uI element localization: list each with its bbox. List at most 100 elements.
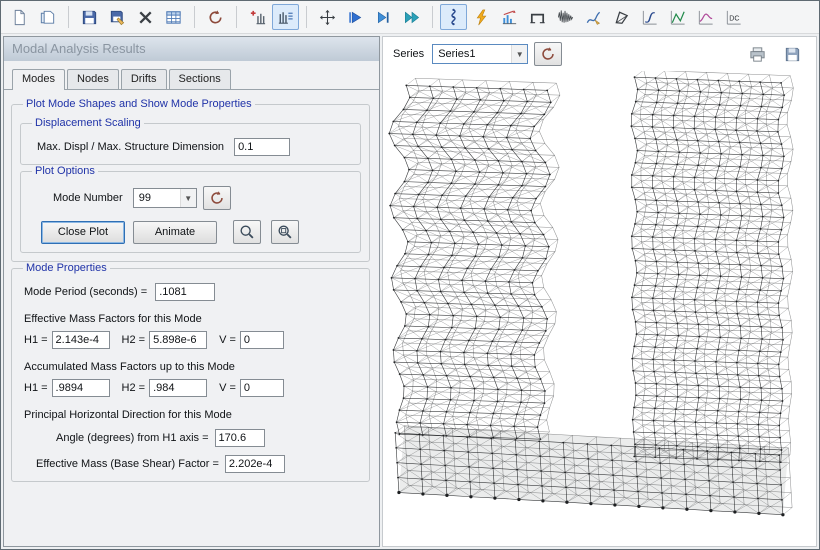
move-node-icon	[318, 8, 337, 27]
run-all-icon	[402, 8, 421, 27]
new-document-icon	[10, 8, 29, 27]
eff-h1-label: H1 =	[24, 334, 48, 346]
general-polygon-button[interactable]	[608, 4, 635, 30]
run-analysis-button[interactable]	[342, 4, 369, 30]
viewer-header: Series Series1 ▼	[383, 37, 816, 71]
reload-mode-button[interactable]	[203, 186, 231, 210]
time-history-button[interactable]	[552, 4, 579, 30]
magnifier-icon	[238, 223, 256, 241]
refresh-button[interactable]	[202, 4, 229, 30]
save-plot-button[interactable]	[779, 41, 806, 67]
save-button[interactable]	[76, 4, 103, 30]
plot-mode-shapes-group: Plot Mode Shapes and Show Mode Propertie…	[11, 98, 370, 262]
table-button[interactable]	[160, 4, 187, 30]
tab-nodes[interactable]: Nodes	[67, 69, 119, 89]
add-structure-button[interactable]	[244, 4, 271, 30]
plot-mode-shapes-group-title: Plot Mode Shapes and Show Mode Propertie…	[23, 98, 255, 110]
plot-viewer: Series Series1 ▼	[382, 36, 817, 547]
app-window: DC Modal Analysis Results Modes Nodes Dr…	[0, 0, 820, 550]
tab-strip: Modes Nodes Drifts Sections	[4, 61, 379, 90]
structures-list-icon	[276, 8, 295, 27]
mode-properties-title: Mode Properties	[23, 262, 110, 274]
zoom-window-button[interactable]	[271, 220, 299, 244]
hysteresis-loop-button[interactable]	[636, 4, 663, 30]
eff-h2-label: H2 =	[122, 334, 146, 346]
chevron-down-icon: ▼	[180, 189, 196, 207]
mode-number-select[interactable]: 99 ▼	[133, 188, 197, 208]
print-plot-button[interactable]	[744, 41, 771, 67]
tab-drifts[interactable]: Drifts	[121, 69, 167, 89]
open-document-button[interactable]	[34, 4, 61, 30]
mode-shape-structure-plot[interactable]	[383, 71, 816, 546]
tab-page-modes: Plot Mode Shapes and Show Mode Propertie…	[4, 90, 379, 546]
magnifier-window-icon	[276, 223, 294, 241]
save-icon	[80, 8, 99, 27]
tab-sections[interactable]: Sections	[169, 69, 231, 89]
max-displ-input[interactable]	[234, 138, 290, 156]
deflected-shape-icon	[584, 8, 603, 27]
pushover-lightning-icon	[472, 8, 491, 27]
acc-h2-label: H2 =	[122, 382, 146, 394]
animate-button[interactable]: Animate	[133, 221, 217, 244]
plot-options-group: Plot Options Mode Number 99 ▼ Close Plot…	[20, 165, 361, 253]
run-step-icon	[374, 8, 393, 27]
angle-label: Angle (degrees) from H1 axis =	[56, 432, 209, 444]
acc-h1-label: H1 =	[24, 382, 48, 394]
move-node-button[interactable]	[314, 4, 341, 30]
series-refresh-button[interactable]	[534, 42, 562, 66]
general-polygon-icon	[612, 8, 631, 27]
refresh-icon	[539, 45, 557, 63]
toolbar-separator	[236, 6, 237, 28]
run-step-button[interactable]	[370, 4, 397, 30]
strength-demand-button[interactable]	[692, 4, 719, 30]
dc-ratio-icon: DC	[724, 8, 743, 27]
eff-v-label: V =	[219, 334, 236, 346]
table-icon	[164, 8, 183, 27]
angle-value	[215, 429, 265, 447]
mode-number-value: 99	[134, 192, 180, 204]
toolbar-separator	[432, 6, 433, 28]
max-displ-label: Max. Displ / Max. Structure Dimension	[37, 141, 224, 153]
mode-properties-group: Mode Properties Mode Period (seconds) = …	[11, 262, 370, 482]
series-select[interactable]: Series1 ▼	[432, 44, 528, 64]
deflected-shape-button[interactable]	[580, 4, 607, 30]
delete-button[interactable]	[132, 4, 159, 30]
toolbar-separator	[68, 6, 69, 28]
save-plot-icon	[783, 45, 802, 64]
force-deformation-icon	[668, 8, 687, 27]
gap-section-button[interactable]	[524, 4, 551, 30]
base-shear-label: Effective Mass (Base Shear) Factor =	[36, 458, 219, 470]
main-toolbar: DC	[1, 1, 819, 34]
mode-number-label: Mode Number	[53, 192, 123, 204]
acc-v-label: V =	[219, 382, 236, 394]
acc-h2-value	[149, 379, 207, 397]
save-as-button[interactable]	[104, 4, 131, 30]
plot-options-title: Plot Options	[32, 165, 98, 177]
eff-h1-value	[52, 331, 110, 349]
pushover-button[interactable]	[468, 4, 495, 30]
mode-shape-button[interactable]	[440, 4, 467, 30]
structures-list-button[interactable]	[272, 4, 299, 30]
open-document-icon	[38, 8, 57, 27]
modal-analysis-panel: Modal Analysis Results Modes Nodes Drift…	[3, 36, 380, 547]
add-structure-icon	[248, 8, 267, 27]
run-all-button[interactable]	[398, 4, 425, 30]
mode-period-label: Mode Period (seconds) =	[24, 286, 147, 298]
time-history-icon	[556, 8, 575, 27]
effective-mass-title: Effective Mass Factors for this Mode	[24, 313, 202, 325]
strength-demand-icon	[696, 8, 715, 27]
close-plot-button[interactable]: Close Plot	[41, 221, 125, 244]
toolbar-separator	[306, 6, 307, 28]
series-label: Series	[393, 48, 424, 60]
plot-area	[383, 71, 816, 546]
energy-balance-button[interactable]	[496, 4, 523, 30]
series-value: Series1	[433, 48, 511, 60]
force-deformation-button[interactable]	[664, 4, 691, 30]
dc-ratio-button[interactable]: DC	[720, 4, 747, 30]
eff-h2-value	[149, 331, 207, 349]
run-analysis-icon	[346, 8, 365, 27]
new-document-button[interactable]	[6, 4, 33, 30]
save-as-icon	[108, 8, 127, 27]
tab-modes[interactable]: Modes	[12, 69, 65, 90]
zoom-extents-button[interactable]	[233, 220, 261, 244]
